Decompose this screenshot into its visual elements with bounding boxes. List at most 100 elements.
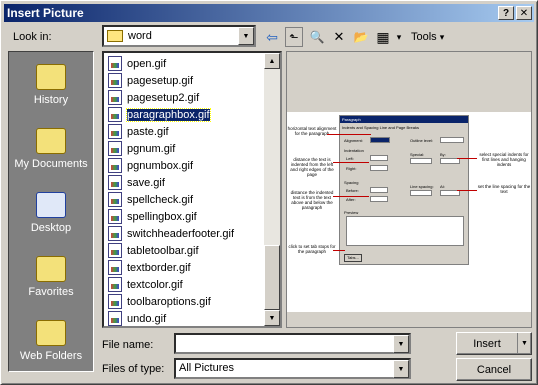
title-bar: Insert Picture ? ✕ [4,4,534,22]
preview-field [410,158,432,164]
preview-dialog-title: Paragraph [340,116,468,123]
preview-field [370,155,388,161]
files-of-type-label: Files of type: [102,363,165,375]
places-item-history[interactable]: History [9,58,93,122]
scroll-up-icon[interactable]: ▲ [264,53,280,69]
insert-picture-dialog: Insert Picture ? ✕ Look in: word ▼ ⇦ ⬑ 🔍… [0,0,538,385]
insert-button[interactable]: Insert ▼ [456,332,532,355]
new-folder-icon[interactable]: 📂 [351,27,371,47]
back-icon[interactable]: ⇦ [263,27,281,47]
list-item[interactable]: pgnumbox.gif [108,157,193,174]
list-item[interactable]: switchheaderfooter.gif [108,225,234,242]
views-icon[interactable]: ▦ [375,27,391,47]
preview-sample-box [346,216,464,246]
preview-tabs-button: Tabs... [344,254,362,262]
preview-paragraph-dialog: Paragraph Indents and Spacing Line and P… [339,115,469,265]
gif-file-icon [108,209,122,224]
list-item[interactable]: spellingbox.gif [108,208,197,225]
list-item[interactable]: tabletoolbar.gif [108,242,199,259]
gif-file-icon [108,56,122,71]
list-item[interactable]: paste.gif [108,123,169,140]
files-of-type-value: All Pictures [179,362,235,374]
cancel-button[interactable]: Cancel [456,358,532,381]
gif-file-icon [108,90,122,105]
web-folders-icon [36,320,66,346]
list-item[interactable]: textcolor.gif [108,276,183,293]
list-item[interactable]: spellcheck.gif [108,191,193,208]
annotation-pointer [333,250,345,251]
preview-annotation: select special indents for first lines a… [479,152,529,167]
gif-file-icon [108,107,122,122]
preview-label: Outline level: [410,138,434,143]
list-item[interactable]: open.gif [108,55,166,72]
preview-label: Special: [410,152,425,157]
list-item[interactable]: save.gif [108,174,165,191]
list-item[interactable]: undo.gif [108,310,166,326]
chevron-down-icon[interactable]: ▼ [393,360,409,378]
preview-label: Preview [344,210,359,215]
gif-file-icon [108,260,122,275]
preview-field [410,190,432,196]
list-item[interactable]: textborder.gif [108,259,191,276]
preview-pane: Paragraph Indents and Spacing Line and P… [286,51,532,328]
places-item-desktop[interactable]: Desktop [9,186,93,250]
help-button[interactable]: ? [498,6,514,20]
list-item[interactable]: pgnum.gif [108,140,175,157]
gif-file-icon [108,124,122,139]
scroll-down-icon[interactable]: ▼ [264,310,280,326]
places-item-label: Desktop [30,222,72,234]
places-item-web-folders[interactable]: Web Folders [9,314,93,378]
chevron-down-icon[interactable]: ▼ [393,335,409,353]
annotation-pointer [333,196,369,197]
delete-icon[interactable]: ✕ [331,27,347,47]
places-item-label: History [33,94,69,106]
scrollbar-thumb[interactable] [264,245,280,310]
preview-label: Line spacing: [410,184,434,189]
annotation-pointer [457,158,477,159]
list-item-selected[interactable]: paragraphbox.gif [108,106,211,123]
files-of-type-dropdown[interactable]: All Pictures ▼ [174,358,411,379]
list-item[interactable]: toolbaroptions.gif [108,293,211,310]
look-in-label: Look in: [13,31,52,43]
places-item-label: Favorites [28,286,74,298]
preview-label: By: [440,152,446,157]
gif-file-icon [108,243,122,258]
preview-field [370,196,388,202]
gif-file-icon [108,226,122,241]
gif-file-icon [108,294,122,309]
places-item-my-documents[interactable]: My Documents [9,122,93,186]
desktop-icon [36,192,66,218]
places-item-label: Web Folders [19,350,83,362]
chevron-down-icon[interactable]: ▼ [238,27,254,45]
preview-label: Spacing [344,180,359,185]
places-item-favorites[interactable]: Favorites [9,250,93,314]
file-list[interactable]: open.gif pagesetup.gif pagesetup2.gif pa… [102,51,282,328]
list-item[interactable]: pagesetup2.gif [108,89,199,106]
gif-file-icon [108,158,122,173]
close-button[interactable]: ✕ [516,6,532,20]
search-web-icon[interactable]: 🔍 [307,27,327,47]
gif-file-icon [108,311,122,326]
preview-annotation: click to set tab stops for the paragraph [288,244,336,254]
places-bar: History My Documents Desktop Favorites W… [8,51,94,372]
file-list-scrollbar[interactable]: ▲ ▼ [264,53,280,326]
preview-annotation: distance the text is indented from the l… [290,157,334,177]
tools-menu[interactable]: Tools ▾ [411,27,444,47]
preview-field [370,187,388,193]
folder-icon [107,30,123,42]
list-item[interactable]: pagesetup.gif [108,72,193,89]
gif-file-icon [108,73,122,88]
up-one-level-icon[interactable]: ⬑ [285,27,303,47]
file-name-input[interactable]: ▼ [174,333,411,354]
look-in-value: word [128,30,152,42]
look-in-dropdown[interactable]: word ▼ [102,25,256,47]
preview-label: After: [346,197,356,202]
insert-dropdown-icon[interactable]: ▼ [517,333,531,354]
preview-field [370,137,390,143]
preview-label: At: [440,184,445,189]
preview-field [440,137,464,143]
views-dropdown-icon[interactable]: ▾ [395,27,403,47]
tools-menu-label: Tools [411,31,437,43]
annotation-pointer [333,162,369,163]
tools-dropdown-icon: ▾ [439,31,445,42]
